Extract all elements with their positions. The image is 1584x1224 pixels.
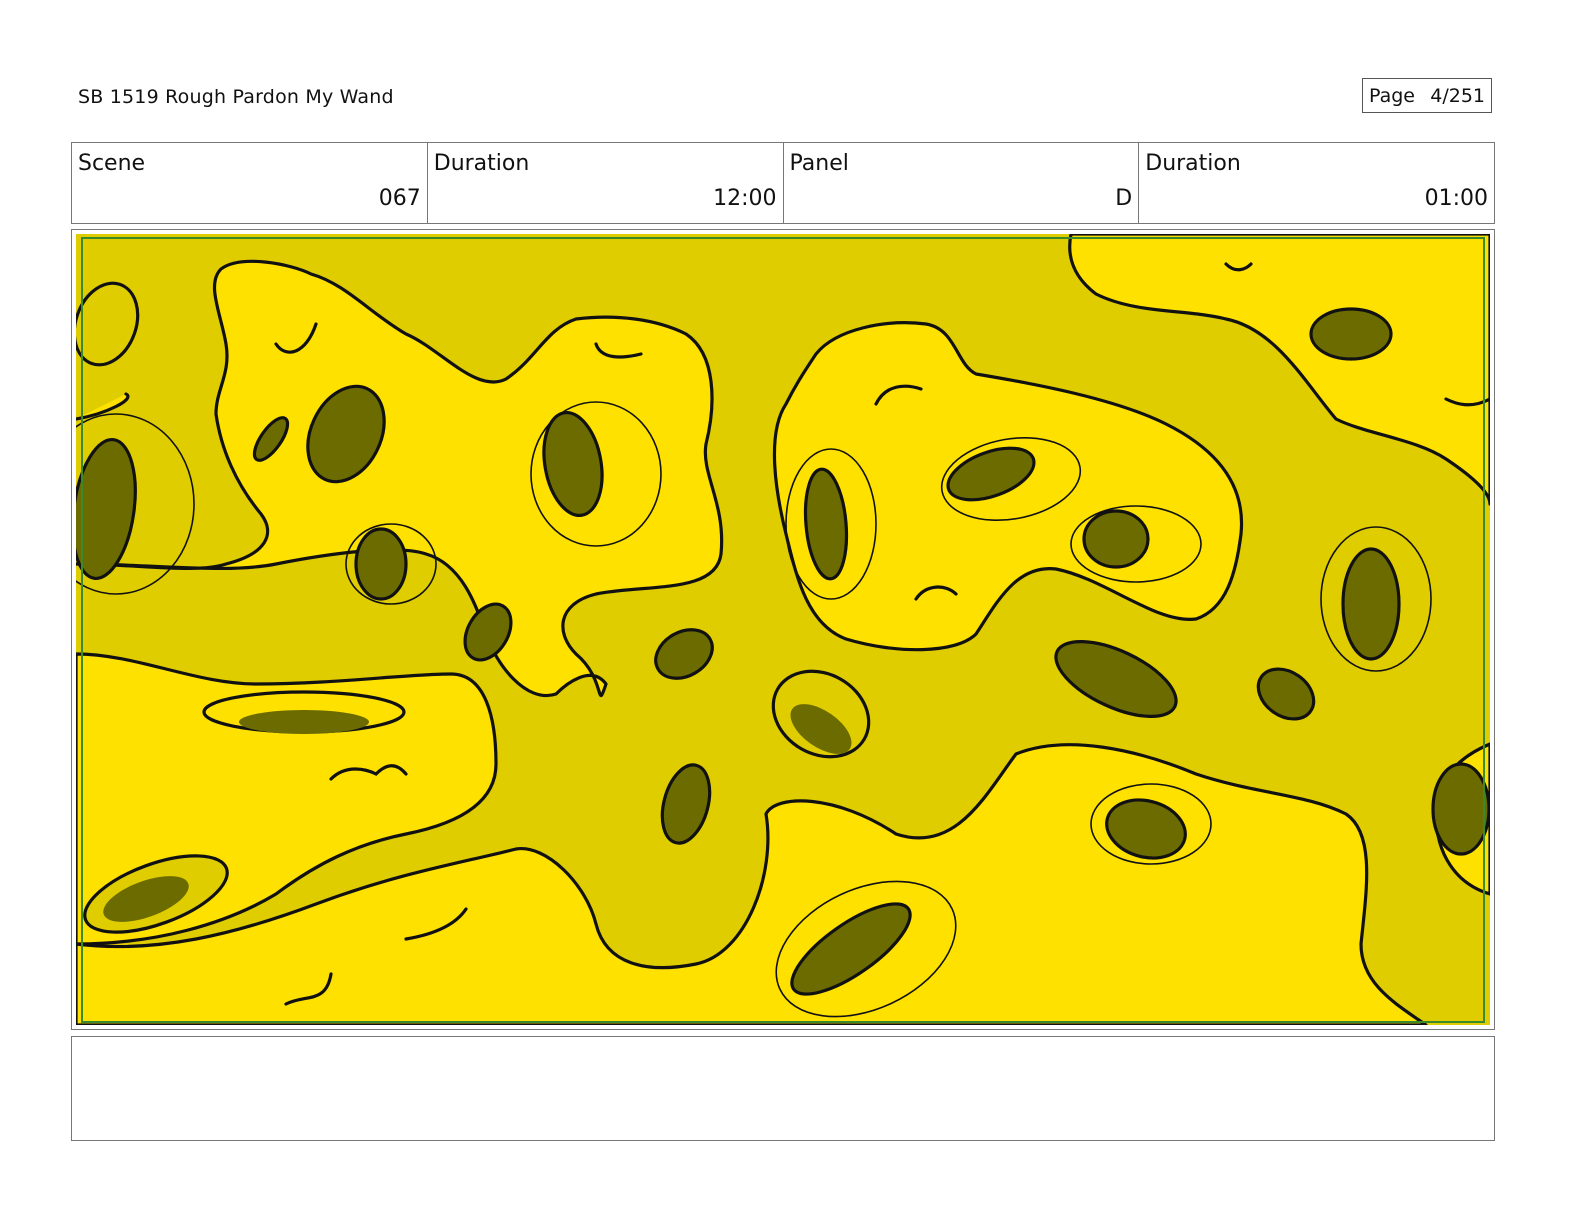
crater	[1341, 547, 1401, 661]
page-indicator: Page 4/251	[1362, 78, 1492, 113]
scene-cell: Scene 067	[72, 143, 428, 223]
crater	[1309, 307, 1393, 361]
panel-cell: Panel D	[784, 143, 1140, 223]
panel-value: D	[1115, 186, 1133, 211]
crater	[1431, 762, 1490, 856]
scene-duration-cell: Duration 12:00	[428, 143, 784, 223]
crater	[1082, 509, 1150, 569]
panel-duration-value: 01:00	[1424, 186, 1488, 211]
panel-label: Panel	[789, 151, 849, 176]
panel-duration-label: Duration	[1145, 151, 1241, 176]
storyboard-title: SB 1519 Rough Pardon My Wand	[78, 86, 394, 108]
storyboard-panel	[71, 229, 1495, 1030]
scene-label: Scene	[78, 151, 146, 176]
scene-duration-value: 12:00	[713, 186, 777, 211]
scene-value: 067	[378, 186, 421, 211]
page-number: 4/251	[1430, 84, 1485, 107]
panel-artwork	[76, 234, 1490, 1025]
page-label: Page	[1369, 84, 1415, 107]
panel-info-table: Scene 067 Duration 12:00 Panel D Duratio…	[71, 142, 1495, 224]
scene-duration-label: Duration	[433, 151, 530, 176]
panel-notes-box[interactable]	[71, 1036, 1495, 1141]
crater	[239, 710, 369, 734]
panel-duration-cell: Duration 01:00	[1139, 143, 1494, 223]
crater	[354, 527, 408, 601]
